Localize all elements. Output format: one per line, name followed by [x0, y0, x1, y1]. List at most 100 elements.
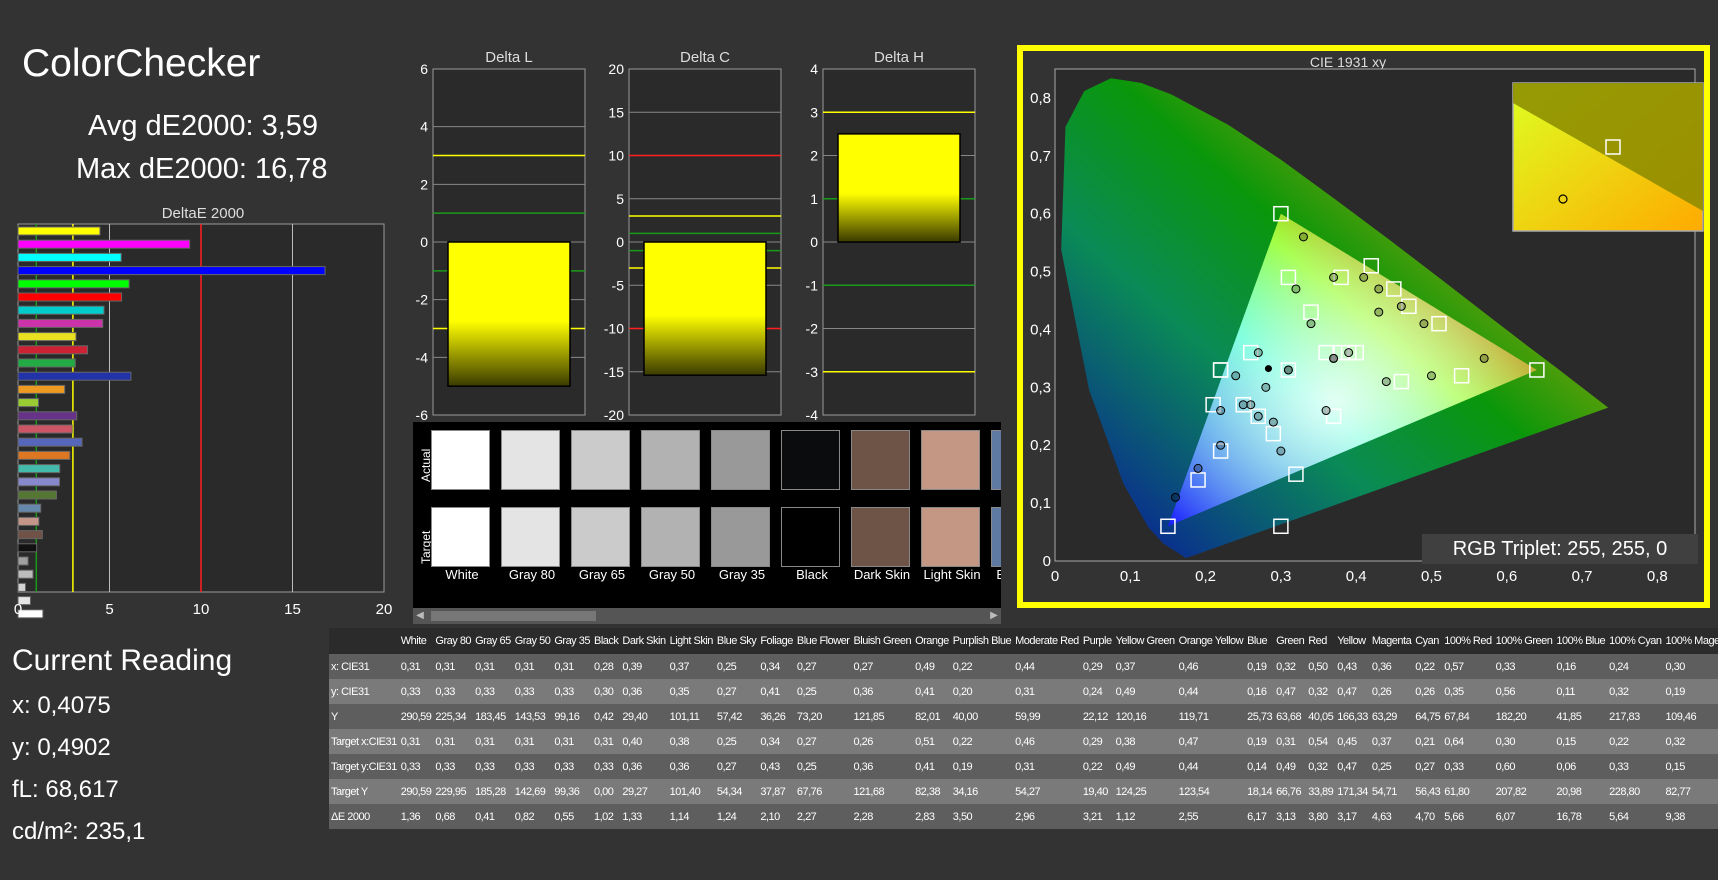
scroll-thumb[interactable] [431, 611, 596, 621]
delta-y-tick: 10 [608, 148, 624, 164]
swatch-actual [851, 430, 910, 490]
delta-y-tick: 2 [810, 148, 818, 164]
table-cell: 0,30 [1493, 729, 1555, 754]
table-cell: 0,19 [1663, 679, 1718, 704]
table-cell: 4,70 [1413, 804, 1443, 829]
scroll-left-icon[interactable]: ◀ [413, 608, 427, 624]
deltae-bar [17, 569, 34, 579]
table-cell: 5,66 [1442, 804, 1494, 829]
table-column-header: Red [1306, 628, 1336, 654]
table-cell: 82,01 [913, 704, 951, 729]
table-cell: 0,47 [1176, 729, 1246, 754]
deltae-x-tick: 20 [376, 601, 393, 618]
delta-lch-charts: Delta L6420-2-4-6Delta C20151050-5-10-15… [416, 49, 976, 422]
table-cell: 0,38 [1113, 729, 1177, 754]
delta-y-tick: -20 [604, 407, 624, 422]
cie-title: CIE 1931 xy [1310, 54, 1386, 70]
table-cell: 229,95 [433, 779, 474, 804]
table-cell: 0,55 [552, 804, 592, 829]
cie-measured-point [1426, 371, 1436, 381]
cie-y-tick: 0,6 [1030, 206, 1051, 223]
table-cell: 0,60 [1493, 754, 1555, 779]
table-cell: 0,26 [1413, 679, 1443, 704]
table-cell: 0,45 [1335, 729, 1370, 754]
table-cell: 0,15 [1663, 754, 1718, 779]
table-cell: 120,16 [1113, 704, 1177, 729]
table-cell: 1,12 [1113, 804, 1177, 829]
swatch-column: Gray 50 [641, 430, 703, 582]
table-cell: 0,22 [950, 654, 1014, 679]
cie-x-tick: 0,2 [1195, 568, 1216, 585]
table-cell: 0,31 [591, 729, 621, 754]
table-cell: 16,78 [1554, 804, 1608, 829]
table-cell: 82,38 [913, 779, 951, 804]
swatch-scrollbar[interactable]: ◀ ▶ [413, 608, 1001, 624]
swatch-name: Light Skin [923, 567, 981, 582]
table-row: Target Y 290,59 229,95 185,28 142,69 99,36 0,0… [329, 779, 1718, 804]
table-cell: 0,31 [512, 729, 553, 754]
deltae-chart: DeltaE 2000 0 5 10 15 20 [14, 205, 393, 619]
table-cell: 183,45 [473, 704, 513, 729]
table-cell: 40,00 [950, 704, 1014, 729]
cie-measured-point [1193, 463, 1203, 473]
table-cell: 0,31 [473, 654, 513, 679]
table-cell: 67,76 [794, 779, 852, 804]
table-cell: 0,44 [1176, 754, 1246, 779]
table-cell: 0,19 [950, 754, 1014, 779]
table-cell: 0,33 [398, 754, 434, 779]
cie-measured-point [1419, 319, 1429, 329]
table-cell: 0,32 [1663, 729, 1718, 754]
table-column-header: 100% Red [1442, 628, 1494, 654]
deltae-bar [17, 582, 27, 592]
table-cell: 0,33 [473, 754, 513, 779]
table-cell: 0,33 [512, 679, 553, 704]
table-cell: 0,25 [794, 679, 852, 704]
reading-x: x: 0,4075 [12, 692, 111, 719]
cie-measured-point [1253, 348, 1263, 358]
cie-y-tick: 0,5 [1030, 264, 1051, 281]
scroll-right-icon[interactable]: ▶ [987, 608, 1001, 624]
cie-chart: CIE 1931 xy 0 0,1 0,2 0,3 0,4 0,5 0,6 0,7 0,8 0,8 0… [1030, 54, 1704, 585]
table-cell: 0,36 [620, 754, 668, 779]
deltae-bar [17, 292, 123, 302]
cie-chart-frame[interactable]: CIE 1931 xy 0 0,1 0,2 0,3 0,4 0,5 0,6 0,7 0,8 0,8 0… [1017, 45, 1710, 608]
table-cell: 0,43 [1335, 654, 1370, 679]
cie-measured-point [1216, 440, 1226, 450]
deltae-bar [17, 490, 57, 500]
table-cell: 207,82 [1493, 779, 1555, 804]
cie-measured-point [1238, 400, 1248, 410]
table-column-header: Orange Yellow [1176, 628, 1246, 654]
swatch-name: Blue Sky [996, 567, 1001, 582]
table-cell: 0,49 [1113, 754, 1177, 779]
table-column-header: Light Skin [667, 628, 715, 654]
table-cell: 0,82 [512, 804, 553, 829]
swatch-target [501, 507, 560, 567]
cie-measured-point [1359, 272, 1369, 282]
table-cell: 0,33 [433, 679, 474, 704]
table-cell: 0,31 [433, 729, 474, 754]
table-column-header: Dark Skin [620, 628, 668, 654]
swatch-name: Gray 80 [508, 567, 556, 582]
deltae-x-tick: 0 [14, 601, 22, 618]
swatch-name: Gray 50 [648, 567, 696, 582]
cie-x-tick: 0,5 [1421, 568, 1442, 585]
delta-y-tick: -4 [416, 349, 429, 365]
table-cell: 73,20 [794, 704, 852, 729]
max-de2000: Max dE2000: 16,78 [76, 153, 328, 185]
cie-measured-point [1283, 365, 1293, 375]
table-cell: 0,20 [950, 679, 1014, 704]
swatch-actual [781, 430, 840, 490]
table-cell: 63,29 [1369, 704, 1414, 729]
delta-y-tick: 0 [810, 234, 818, 250]
table-row: ΔE 2000 1,36 0,68 0,41 0,82 0,55 1,02 1,33 1,14 1… [329, 804, 1718, 829]
deltae-bar [17, 464, 61, 474]
delta-chart-title: Delta H [874, 49, 924, 66]
table-column-header: Gray 65 [473, 628, 513, 654]
table-cell: 0,27 [1413, 754, 1443, 779]
table-column-header: Gray 50 [512, 628, 553, 654]
swatch-target [431, 507, 490, 567]
table-cell: 0,31 [398, 729, 434, 754]
deltae-bar [17, 358, 76, 368]
table-cell: 0,33 [552, 754, 592, 779]
delta-y-tick: -1 [806, 277, 819, 293]
